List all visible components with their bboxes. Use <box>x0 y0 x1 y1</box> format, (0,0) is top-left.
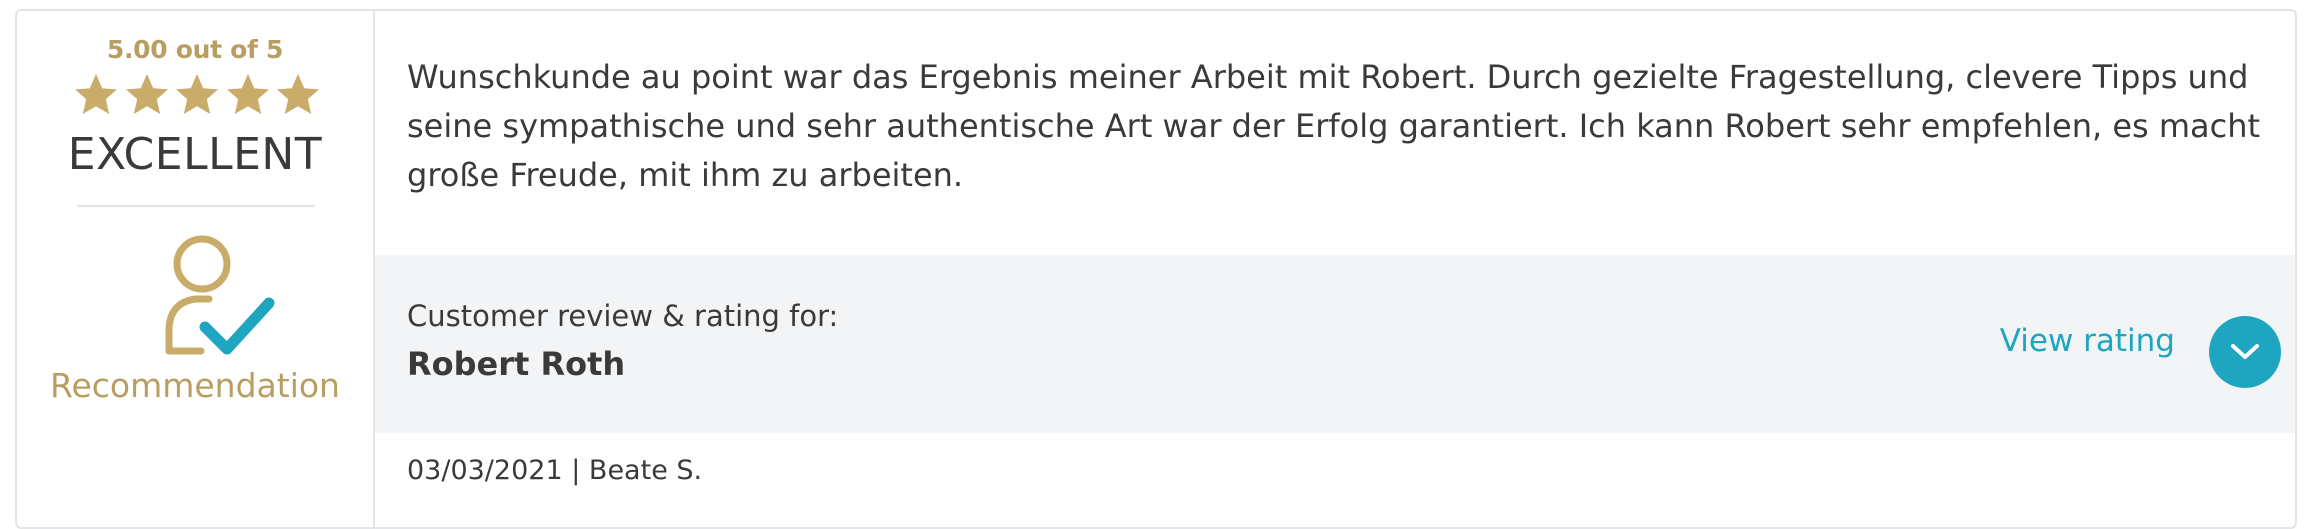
star-icon <box>277 74 319 114</box>
meta-separator: | <box>571 455 581 486</box>
star-icon <box>125 74 168 114</box>
star-icon <box>226 74 269 114</box>
divider <box>77 205 315 207</box>
recommendation-label: Recommendation <box>50 366 340 405</box>
star-rating <box>72 71 322 121</box>
review-for-label: Customer review & rating for: <box>407 299 839 333</box>
review-date: 03/03/2021 <box>407 455 563 486</box>
view-rating-link[interactable]: View rating <box>2000 323 2175 359</box>
rating-score: 5.00 out of 5 <box>106 35 284 64</box>
rating-verdict: EXCELLENT <box>67 129 323 180</box>
review-text: Wunschkunde au point war das Ergebnis me… <box>407 58 2261 194</box>
review-panel: Wunschkunde au point war das Ergebnis me… <box>375 11 2295 527</box>
rating-panel: 5.00 out of 5 EXCELLENT Recommendation <box>17 11 375 527</box>
chevron-down-icon <box>2231 344 2259 359</box>
star-icon <box>75 74 117 114</box>
view-rating-button[interactable] <box>2209 316 2281 388</box>
review-subject-bar: Customer review & rating for: Robert Rot… <box>375 255 2295 433</box>
review-author: Beate S. <box>588 455 703 486</box>
user-check-icon <box>165 235 275 355</box>
review-meta: 03/03/2021 | Beate S. <box>407 455 702 486</box>
review-card: 5.00 out of 5 EXCELLENT Recommendation W… <box>15 9 2297 529</box>
star-icon <box>176 74 218 114</box>
reviewee-name: Robert Roth <box>407 345 626 383</box>
